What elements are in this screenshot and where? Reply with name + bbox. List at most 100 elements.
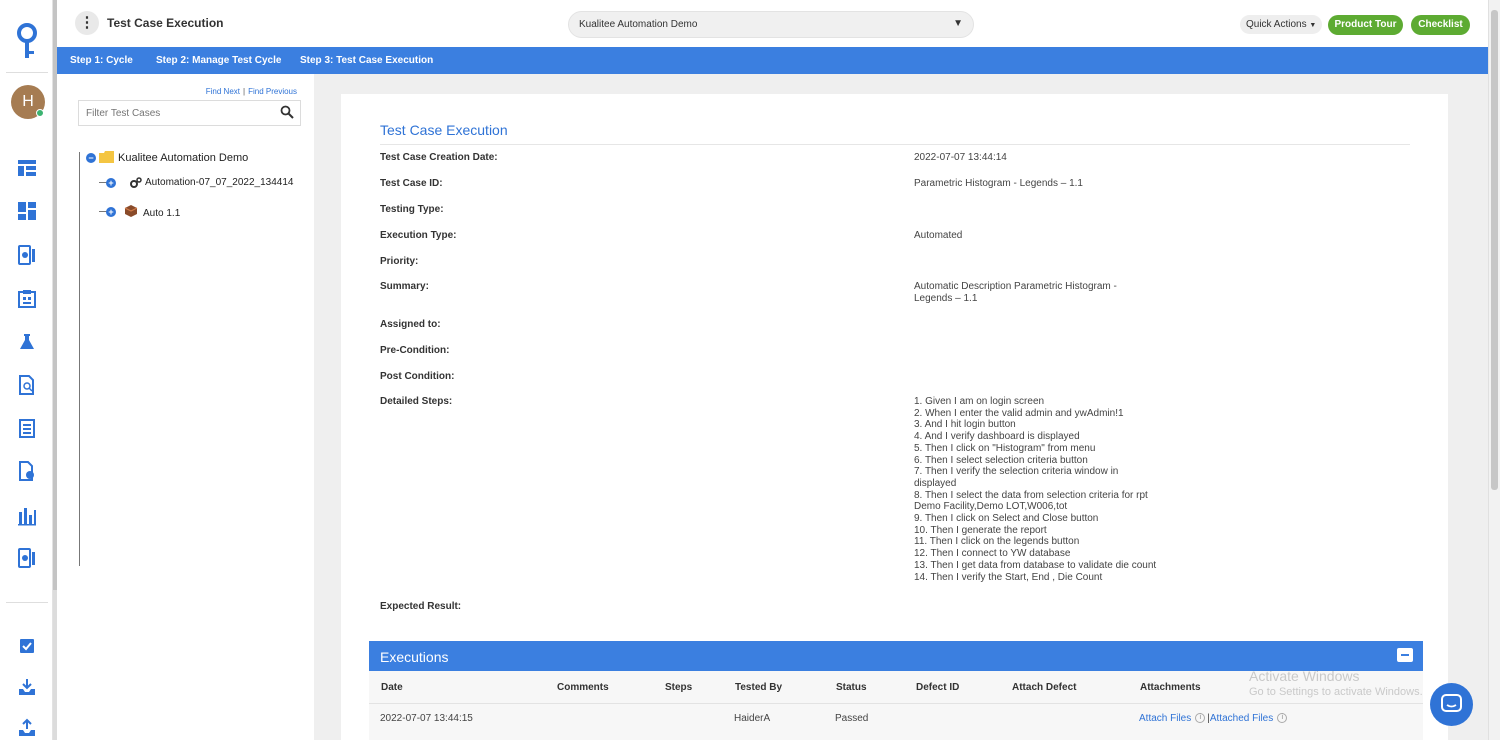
clipboard-list-icon[interactable] [17,418,37,438]
info-icon[interactable]: i [1195,713,1206,724]
step-manage-test-cycle-link[interactable]: Step 2: Manage Test Cycle [156,55,281,66]
rail-divider [6,72,48,73]
step-test-case-execution-link[interactable]: Step 3: Test Case Execution [300,55,433,66]
document-search-icon[interactable] [17,375,37,395]
detailed-step: 10. Then I generate the report [914,524,1047,536]
card-divider [380,144,1410,145]
folder-icon [99,151,114,163]
column-header: Comments [557,682,609,693]
field-label: Detailed Steps: [380,396,453,407]
tree-child-label: Automation-07_07_2022_134414 [145,177,294,188]
detailed-step: 12. Then I connect to YW database [914,548,1071,560]
column-header: Tested By [735,682,783,693]
page-title: Test Case Execution [107,16,224,30]
download-tray-icon[interactable] [17,677,37,697]
find-previous-link[interactable]: Find Previous [248,87,297,96]
attach-files-link[interactable]: Attach Files [1139,713,1191,724]
step-cycle-link[interactable]: Step 1: Cycle [70,55,133,66]
tree-guide-line [79,152,80,566]
field-label: Execution Type: [380,230,457,241]
column-header: Date [381,682,403,693]
chat-launcher-button[interactable] [1430,683,1473,726]
field-label: Summary: [380,281,429,292]
report-icon[interactable] [17,461,37,481]
test-settings-icon[interactable] [17,245,37,265]
execution-date: 2022-07-07 13:44:15 [380,713,473,724]
test-plans-icon[interactable] [17,289,37,309]
watermark-line: Go to Settings to activate Windows. [1249,686,1423,698]
field-label: Test Case ID: [380,178,443,189]
lab-flask-icon[interactable] [17,332,37,352]
chat-icon [1441,694,1462,712]
detailed-steps-list: 1. Given I am on login screen 2. When I … [914,396,1159,583]
settings-panel-icon[interactable] [17,548,37,568]
info-icon[interactable]: i [1277,713,1288,724]
find-links: Find Next | Find Previous [206,87,297,96]
avatar[interactable]: H [11,85,45,119]
field-label: Assigned to: [380,319,441,330]
page-scrollbar-thumb[interactable] [1491,10,1498,490]
field-value: Automatic Description Parametric Histogr… [914,281,1117,304]
caret-down-icon: ▼ [953,18,963,29]
collapse-node-icon[interactable]: − [86,153,96,163]
collapse-icon[interactable] [1397,648,1413,662]
detailed-step: 6. Then I select selection criteria butt… [914,454,1088,466]
filter-test-cases-input[interactable] [79,101,269,125]
field-label: Pre-Condition: [380,345,450,356]
detailed-step: 3. And I hit login button [914,419,1016,431]
left-nav-rail: H [0,0,53,740]
detailed-step: 7. Then I verify the selection criteria … [914,466,1119,489]
test-case-tree-panel: Find Next|Find Previous − Kualitee Autom… [57,74,314,740]
dashboard-icon[interactable] [17,158,37,178]
find-next-link[interactable]: Find Next [206,87,240,96]
project-select-value: Kualitee Automation Demo [579,19,698,30]
upload-tray-icon[interactable] [17,718,37,738]
search-icon[interactable] [280,105,294,122]
field-label: Post Condition: [380,371,455,382]
column-header: Attach Defect [1012,682,1077,693]
activate-windows-watermark: Activate Windows Go to Settings to activ… [1249,668,1423,698]
field-value: Automated [914,230,963,241]
expand-node-icon[interactable]: + [106,178,116,188]
field-value: Parametric Histogram - Legends – 1.1 [914,178,1083,189]
field-label: Expected Result: [380,601,462,612]
detailed-step: 11. Then I click on the legends button [914,536,1080,548]
product-tour-button[interactable]: Product Tour [1328,15,1403,35]
checklist-button[interactable]: Checklist [1411,15,1470,35]
quick-actions-dropdown[interactable]: Quick Actions ▼ [1240,15,1323,34]
detailed-step: 4. And I verify dashboard is displayed [914,431,1080,443]
step-bar: Step 1: Cycle Step 2: Manage Test Cycle … [57,47,1488,74]
quick-actions-label: Quick Actions [1246,19,1307,30]
top-header: ⋮ Test Case Execution Kualitee Automatio… [57,0,1488,47]
link-separator: | [243,87,246,96]
widgets-icon[interactable] [17,201,37,221]
checkbox-icon[interactable] [17,636,37,656]
kebab-menu-icon[interactable]: ⋮ [75,11,99,35]
card-title: Test Case Execution [380,122,508,138]
online-status-dot [36,109,44,117]
expand-node-icon[interactable]: + [106,207,116,217]
attached-files-link[interactable]: Attached Files [1210,713,1273,724]
test-case-details-card: Test Case Execution Test Case Creation D… [341,94,1448,740]
caret-down-icon: ▼ [1309,22,1317,29]
detailed-step: 13. Then I get data from database to val… [914,559,1157,571]
bar-chart-icon[interactable] [17,506,37,526]
field-label: Testing Type: [380,204,444,215]
field-label: Test Case Creation Date: [380,152,498,163]
project-select[interactable]: Kualitee Automation Demo ▼ [568,11,974,38]
tree-root-label: Kualitee Automation Demo [118,152,249,164]
page-scrollbar[interactable] [1488,0,1500,740]
kualitee-logo-icon[interactable] [14,22,40,62]
execution-attachments: Attach Files i |Attached Files i [1139,713,1289,724]
executions-header: Executions [369,641,1423,671]
detailed-step: 2. When I enter the valid admin and ywAd… [914,407,1124,419]
tree-child-label: Auto 1.1 [143,208,181,219]
automation-gears-icon [130,177,142,188]
rail-divider [6,602,48,603]
detailed-step: 9. Then I click on Select and Close butt… [914,513,1099,525]
field-value: 2022-07-07 13:44:14 [914,152,1007,163]
column-header: Status [836,682,867,693]
detailed-step: 5. Then I click on "Histogram" from menu [914,442,1096,454]
filter-test-cases [78,100,301,126]
field-label: Priority: [380,256,419,267]
